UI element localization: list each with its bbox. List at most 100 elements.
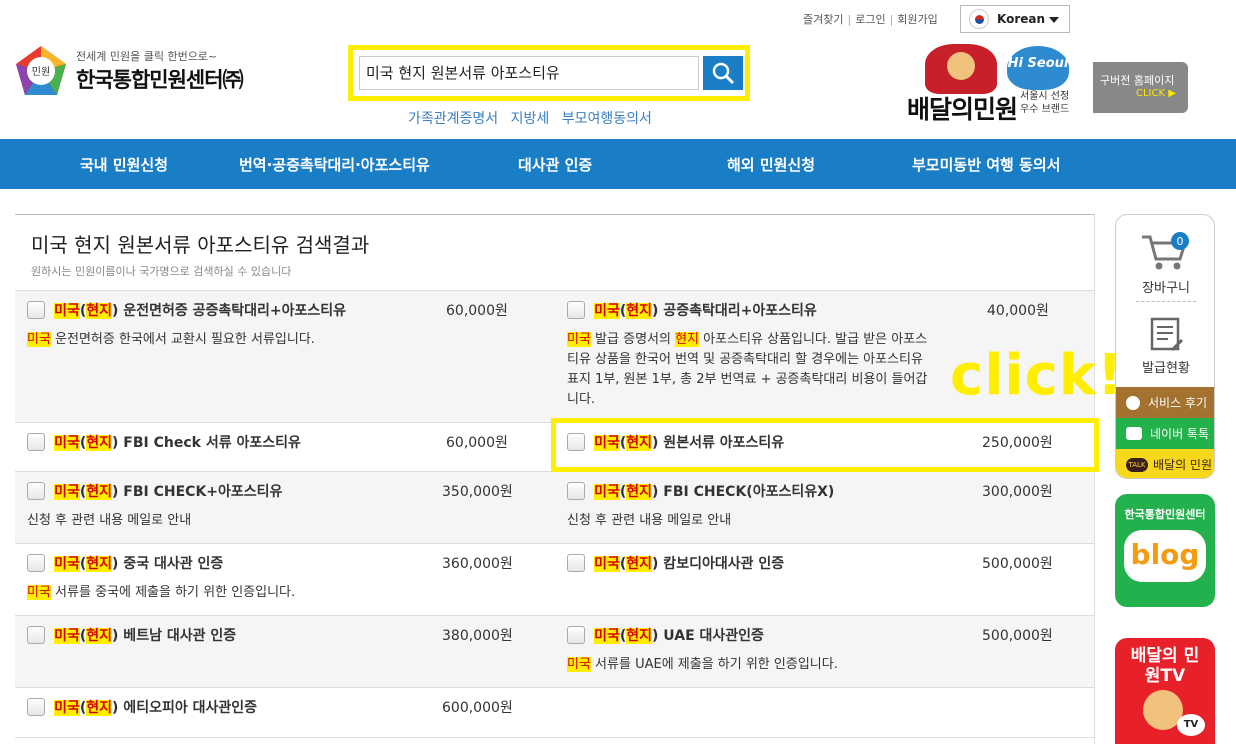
language-label: Korean [997, 12, 1046, 26]
item-checkbox[interactable] [567, 481, 585, 500]
blog-banner[interactable]: 한국통합민원센터 blog [1115, 494, 1215, 607]
item-description: 미국 서류를 UAE에 제출을 하기 위한 인증입니다. [567, 656, 838, 672]
chevron-down-icon [1049, 17, 1059, 23]
item-title[interactable]: 미국(현지) 중국 대사관 인증 [54, 553, 223, 573]
kakao-label: 배달의 민원 [1153, 458, 1213, 472]
result-item[interactable]: 미국(현지) 중국 대사관 인증 360,000원 미국 서류를 중국에 제출을… [15, 544, 553, 603]
result-item[interactable]: 미국(현지) 에티오피아 대사관인증 600,000원 [15, 688, 553, 717]
tv-badge: TV [1177, 714, 1205, 736]
quick-link-local-tax[interactable]: 지방세 [511, 111, 550, 127]
chat-bubble-icon [1126, 427, 1142, 440]
result-item[interactable]: 미국(현지) FBI Check 서류 아포스티유 60,000원 [15, 423, 553, 452]
service-review-button[interactable]: 서비스 후기 [1116, 387, 1214, 418]
item-checkbox[interactable] [27, 481, 45, 500]
item-description: 미국 발급 증명서의 현지 아포스티유 상품입니다. 발급 받은 아포스티유 상… [567, 331, 928, 407]
item-price: 600,000원 [442, 700, 513, 716]
search-results: 미국 현지 원본서류 아포스티유 검색결과 원하시는 민원이름이나 국가명으로 … [15, 214, 1095, 744]
item-title[interactable]: 미국(현지) FBI CHECK+아포스티유 [54, 481, 282, 501]
item-checkbox[interactable] [567, 553, 585, 572]
annotation-highlight-box [551, 418, 1099, 472]
location-pin-icon [1126, 395, 1140, 410]
result-item[interactable]: 미국(현지) FBI CHECK(아포스티유X) 300,000원 신청 후 관… [555, 472, 1093, 531]
item-price: 500,000원 [982, 556, 1053, 572]
brand-subtitle: 서울시 선정 우수 브랜드 [1020, 91, 1070, 115]
item-price: 60,000원 [446, 435, 508, 451]
item-checkbox[interactable] [567, 300, 585, 319]
svg-text:0: 0 [1177, 235, 1184, 248]
login-link[interactable]: 로그인 [855, 13, 885, 26]
favorites-link[interactable]: 즐겨찾기 [803, 13, 843, 26]
result-item[interactable]: 미국(현지) 캄보디아대사관 인증 500,000원 [555, 544, 1093, 573]
item-price: 380,000원 [442, 628, 513, 644]
signup-link[interactable]: 회원가입 [897, 13, 937, 26]
item-price: 500,000원 [982, 628, 1053, 644]
item-title[interactable]: 미국(현지) 캄보디아대사관 인증 [594, 553, 784, 573]
item-checkbox[interactable] [27, 553, 45, 572]
search-button[interactable] [703, 56, 743, 90]
item-description: 미국 운전면허증 한국에서 교환시 필요한 서류입니다. [27, 331, 315, 347]
item-checkbox[interactable] [27, 432, 45, 451]
item-title[interactable]: 미국(현지) FBI CHECK(아포스티유X) [594, 481, 834, 501]
results-subtitle: 원하시는 민원이름이나 국가명으로 검색하실 수 있습니다 [31, 265, 292, 278]
superhero-mascot-icon [925, 44, 997, 94]
old-homepage-button[interactable]: 구버전 홈페이지 CLICK ▶ [1093, 62, 1188, 113]
item-price: 40,000원 [987, 303, 1049, 319]
result-row: 미국(현지) 중국 대사관 인증 360,000원 미국 서류를 중국에 제출을… [15, 544, 1094, 616]
nav-domestic[interactable]: 국내 민원신청 [80, 154, 168, 175]
logo-pentagon-icon: 민원 [14, 44, 68, 98]
naver-talk-label: 네이버 톡톡 [1150, 427, 1210, 441]
result-row: 미국(현지) 운전면허증 공증촉탁대리+아포스티유 60,000원 미국 운전면… [15, 291, 1094, 423]
kakao-button[interactable]: TALK 배달의 민원 [1116, 449, 1214, 478]
document-edit-icon [1150, 317, 1184, 352]
issue-status-label: 발급현황 [1142, 361, 1190, 376]
item-description: 신청 후 관련 내용 메일로 안내 [567, 512, 732, 528]
result-item[interactable]: 미국(현지) UAE 대사관인증 500,000원 미국 서류를 UAE에 제출… [555, 616, 1093, 675]
svg-text:민원: 민원 [32, 66, 50, 78]
nav-travel-consent[interactable]: 부모미동반 여행 동의서 [912, 154, 1060, 175]
item-price: 360,000원 [442, 556, 513, 572]
cart-icon: 0 [1142, 232, 1189, 270]
hi-seoul-logo: Hi Seoul [1007, 46, 1069, 90]
quick-link-travel-consent[interactable]: 부모여행동의서 [562, 111, 652, 127]
issue-status-button[interactable]: 발급현황 [1116, 317, 1214, 376]
result-item[interactable]: 미국(현지) FBI CHECK+아포스티유 350,000원 신청 후 관련 … [15, 472, 553, 531]
item-title[interactable]: 미국(현지) 에티오피아 대사관인증 [54, 697, 257, 717]
blog-logo: blog [1124, 530, 1206, 582]
quick-sidebar: 0 장바구니 발급현황 서비스 후기 네이버 톡톡 TALK 배달의 민원 [1115, 214, 1215, 479]
item-price: 350,000원 [442, 484, 513, 500]
quick-link-family-cert[interactable]: 가족관계증명서 [408, 111, 498, 127]
brand-banner[interactable]: Hi Seoul 배달의민원 서울시 선정 우수 브랜드 [905, 42, 1075, 124]
site-logo[interactable]: 민원 전세계 민원을 클릭 한번으로~ 한국통합민원센터㈜ [14, 44, 244, 98]
item-checkbox[interactable] [567, 625, 585, 644]
old-homepage-click: CLICK ▶ [1136, 88, 1176, 99]
results-title: 미국 현지 원본서류 아포스티유 검색결과 [31, 233, 370, 257]
item-title[interactable]: 미국(현지) FBI Check 서류 아포스티유 [54, 432, 301, 452]
language-select[interactable]: Korean [960, 5, 1070, 33]
nav-embassy[interactable]: 대사관 인증 [518, 154, 592, 175]
main-nav: 국내 민원신청 번역·공증촉탁대리·아포스티유 대사관 인증 해외 민원신청 부… [0, 139, 1236, 189]
header: 즐겨찾기 | 로그인 | 회원가입 Korean 민원 전세계 민원을 클릭 한번으로~… [0, 0, 1236, 139]
cart-button[interactable]: 0 장바구니 [1116, 229, 1214, 296]
item-title[interactable]: 미국(현지) UAE 대사관인증 [594, 625, 764, 645]
search-icon [712, 62, 735, 85]
cart-label: 장바구니 [1142, 281, 1190, 296]
logo-tagline: 전세계 민원을 클릭 한번으로~ [76, 50, 218, 63]
naver-talk-button[interactable]: 네이버 톡톡 [1116, 418, 1214, 449]
item-description: 신청 후 관련 내용 메일로 안내 [27, 512, 192, 528]
nav-translation[interactable]: 번역·공증촉탁대리·아포스티유 [239, 154, 430, 175]
item-checkbox[interactable] [27, 625, 45, 644]
nav-overseas[interactable]: 해외 민원신청 [727, 154, 815, 175]
youtube-tv-banner[interactable]: 배달의 민원TV TV [1115, 638, 1215, 744]
search-input[interactable]: 미국 현지 원본서류 아포스티유 [359, 56, 699, 90]
brand-title: 배달의민원 [907, 95, 1018, 124]
result-item[interactable]: 미국(현지) 운전면허증 공증촉탁대리+아포스티유 60,000원 미국 운전면… [15, 291, 553, 350]
blog-org-label: 한국통합민원센터 [1124, 508, 1206, 521]
item-checkbox[interactable] [27, 300, 45, 319]
result-item[interactable]: 미국(현지) 베트남 대사관 인증 380,000원 [15, 616, 553, 645]
item-title[interactable]: 미국(현지) 베트남 대사관 인증 [54, 625, 236, 645]
result-row: 미국(현지) 베트남 대사관 인증 380,000원 미국(현지) UAE 대사… [15, 616, 1094, 688]
item-checkbox[interactable] [27, 697, 45, 716]
item-title[interactable]: 미국(현지) 운전면허증 공증촉탁대리+아포스티유 [54, 300, 346, 320]
item-description: 미국 서류를 중국에 제출을 하기 위한 인증입니다. [27, 584, 296, 600]
item-title[interactable]: 미국(현지) 공증촉탁대리+아포스티유 [594, 300, 817, 320]
